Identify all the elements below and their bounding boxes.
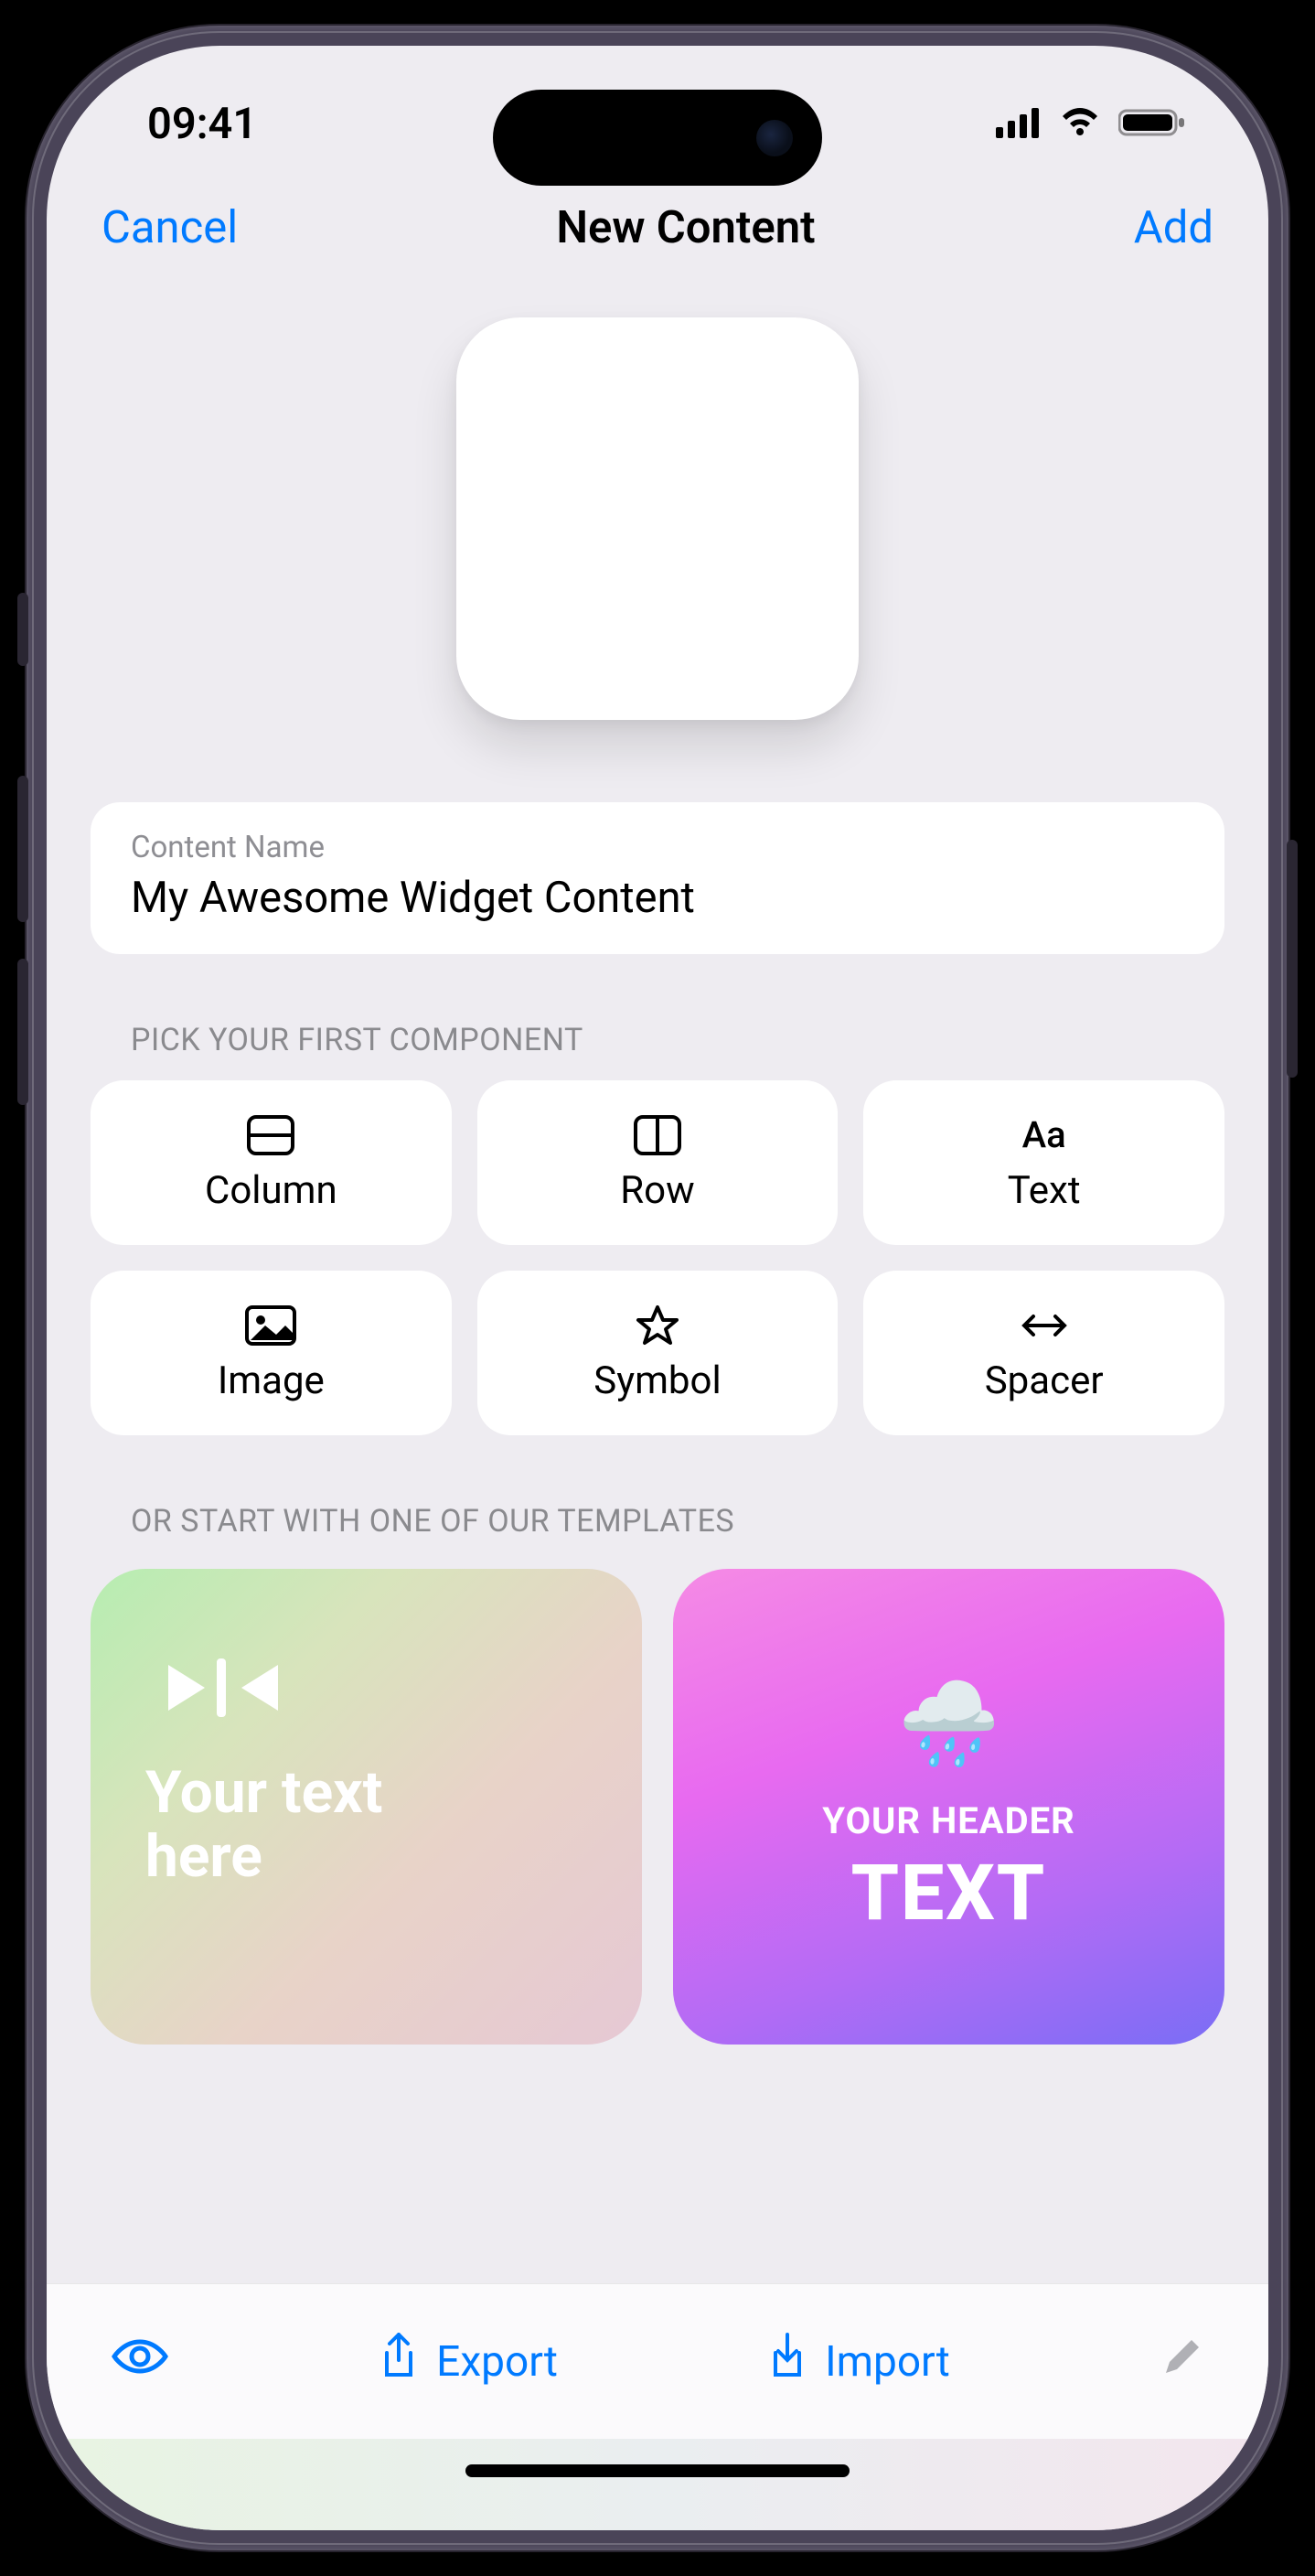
content-area: Content Name My Awesome Widget Content P…	[47, 290, 1268, 2283]
row-icon	[634, 1113, 681, 1157]
text-icon: Aa	[1022, 1113, 1066, 1157]
component-image-button[interactable]: Image	[91, 1271, 452, 1435]
components-section-header: PICK YOUR FIRST COMPONENT	[91, 954, 1224, 1080]
preview-toggle-button[interactable]	[111, 2336, 169, 2388]
component-label: Row	[620, 1168, 694, 1213]
wifi-icon	[1058, 99, 1102, 149]
reflect-icon	[145, 1642, 587, 1733]
component-label: Image	[218, 1358, 325, 1403]
add-button[interactable]: Add	[1134, 201, 1213, 253]
phone-volume-up	[17, 776, 28, 922]
status-time: 09:41	[147, 99, 257, 149]
template-card-header[interactable]: 🌧️ YOUR HEADER TEXT	[673, 1569, 1224, 2045]
template-header-label: YOUR HEADER	[822, 1799, 1074, 1842]
component-label: Column	[205, 1168, 337, 1213]
column-icon	[247, 1113, 294, 1157]
home-indicator[interactable]	[465, 2464, 850, 2477]
export-button[interactable]: Export	[380, 2333, 558, 2391]
import-button[interactable]: Import	[768, 2333, 950, 2391]
widget-preview-area	[91, 290, 1224, 802]
phone-mute-switch	[17, 593, 28, 666]
export-label: Export	[436, 2337, 558, 2387]
template-grid: Your text here 🌧️ YOUR HEADER TEXT	[91, 1569, 1224, 2045]
component-text-button[interactable]: Aa Text	[863, 1080, 1224, 1245]
bottom-toolbar: Export Import	[47, 2283, 1268, 2439]
widget-preview[interactable]	[456, 317, 859, 720]
edit-button[interactable]	[1160, 2334, 1204, 2389]
home-indicator-area	[47, 2439, 1268, 2530]
symbol-icon	[636, 1304, 679, 1347]
component-grid: Column Row Aa Text	[91, 1080, 1224, 1435]
share-up-icon	[380, 2333, 418, 2391]
component-symbol-button[interactable]: Symbol	[477, 1271, 839, 1435]
battery-icon	[1118, 99, 1186, 149]
page-title: New Content	[556, 201, 815, 253]
screen: 09:41 Cancel New Content Add	[47, 46, 1268, 2530]
share-down-icon	[768, 2333, 807, 2391]
phone-frame: 09:41 Cancel New Content Add	[27, 26, 1288, 2550]
phone-volume-down	[17, 959, 28, 1105]
template-text-line1: Your text	[145, 1761, 587, 1825]
template-text-line2: here	[145, 1825, 587, 1889]
content-name-field[interactable]: Content Name My Awesome Widget Content	[91, 802, 1224, 954]
weather-emoji: 🌧️	[897, 1676, 1000, 1772]
template-card-text[interactable]: Your text here	[91, 1569, 642, 2045]
templates-section-header: OR START WITH ONE OF OUR TEMPLATES	[91, 1435, 1224, 1562]
image-icon	[245, 1304, 296, 1347]
content-name-value: My Awesome Widget Content	[131, 873, 1184, 923]
nav-bar: Cancel New Content Add	[47, 201, 1268, 290]
component-row-button[interactable]: Row	[477, 1080, 839, 1245]
template-big-text: TEXT	[851, 1848, 1047, 1938]
component-spacer-button[interactable]: Spacer	[863, 1271, 1224, 1435]
cellular-icon	[996, 99, 1042, 149]
component-column-button[interactable]: Column	[91, 1080, 452, 1245]
component-label: Text	[1008, 1168, 1081, 1213]
import-label: Import	[825, 2337, 950, 2387]
phone-power-button	[1287, 840, 1298, 1078]
dynamic-island	[493, 90, 822, 186]
component-label: Symbol	[593, 1358, 721, 1403]
spacer-icon	[1019, 1304, 1070, 1347]
cancel-button[interactable]: Cancel	[102, 201, 238, 253]
content-name-label: Content Name	[131, 830, 1184, 865]
component-label: Spacer	[985, 1358, 1104, 1403]
